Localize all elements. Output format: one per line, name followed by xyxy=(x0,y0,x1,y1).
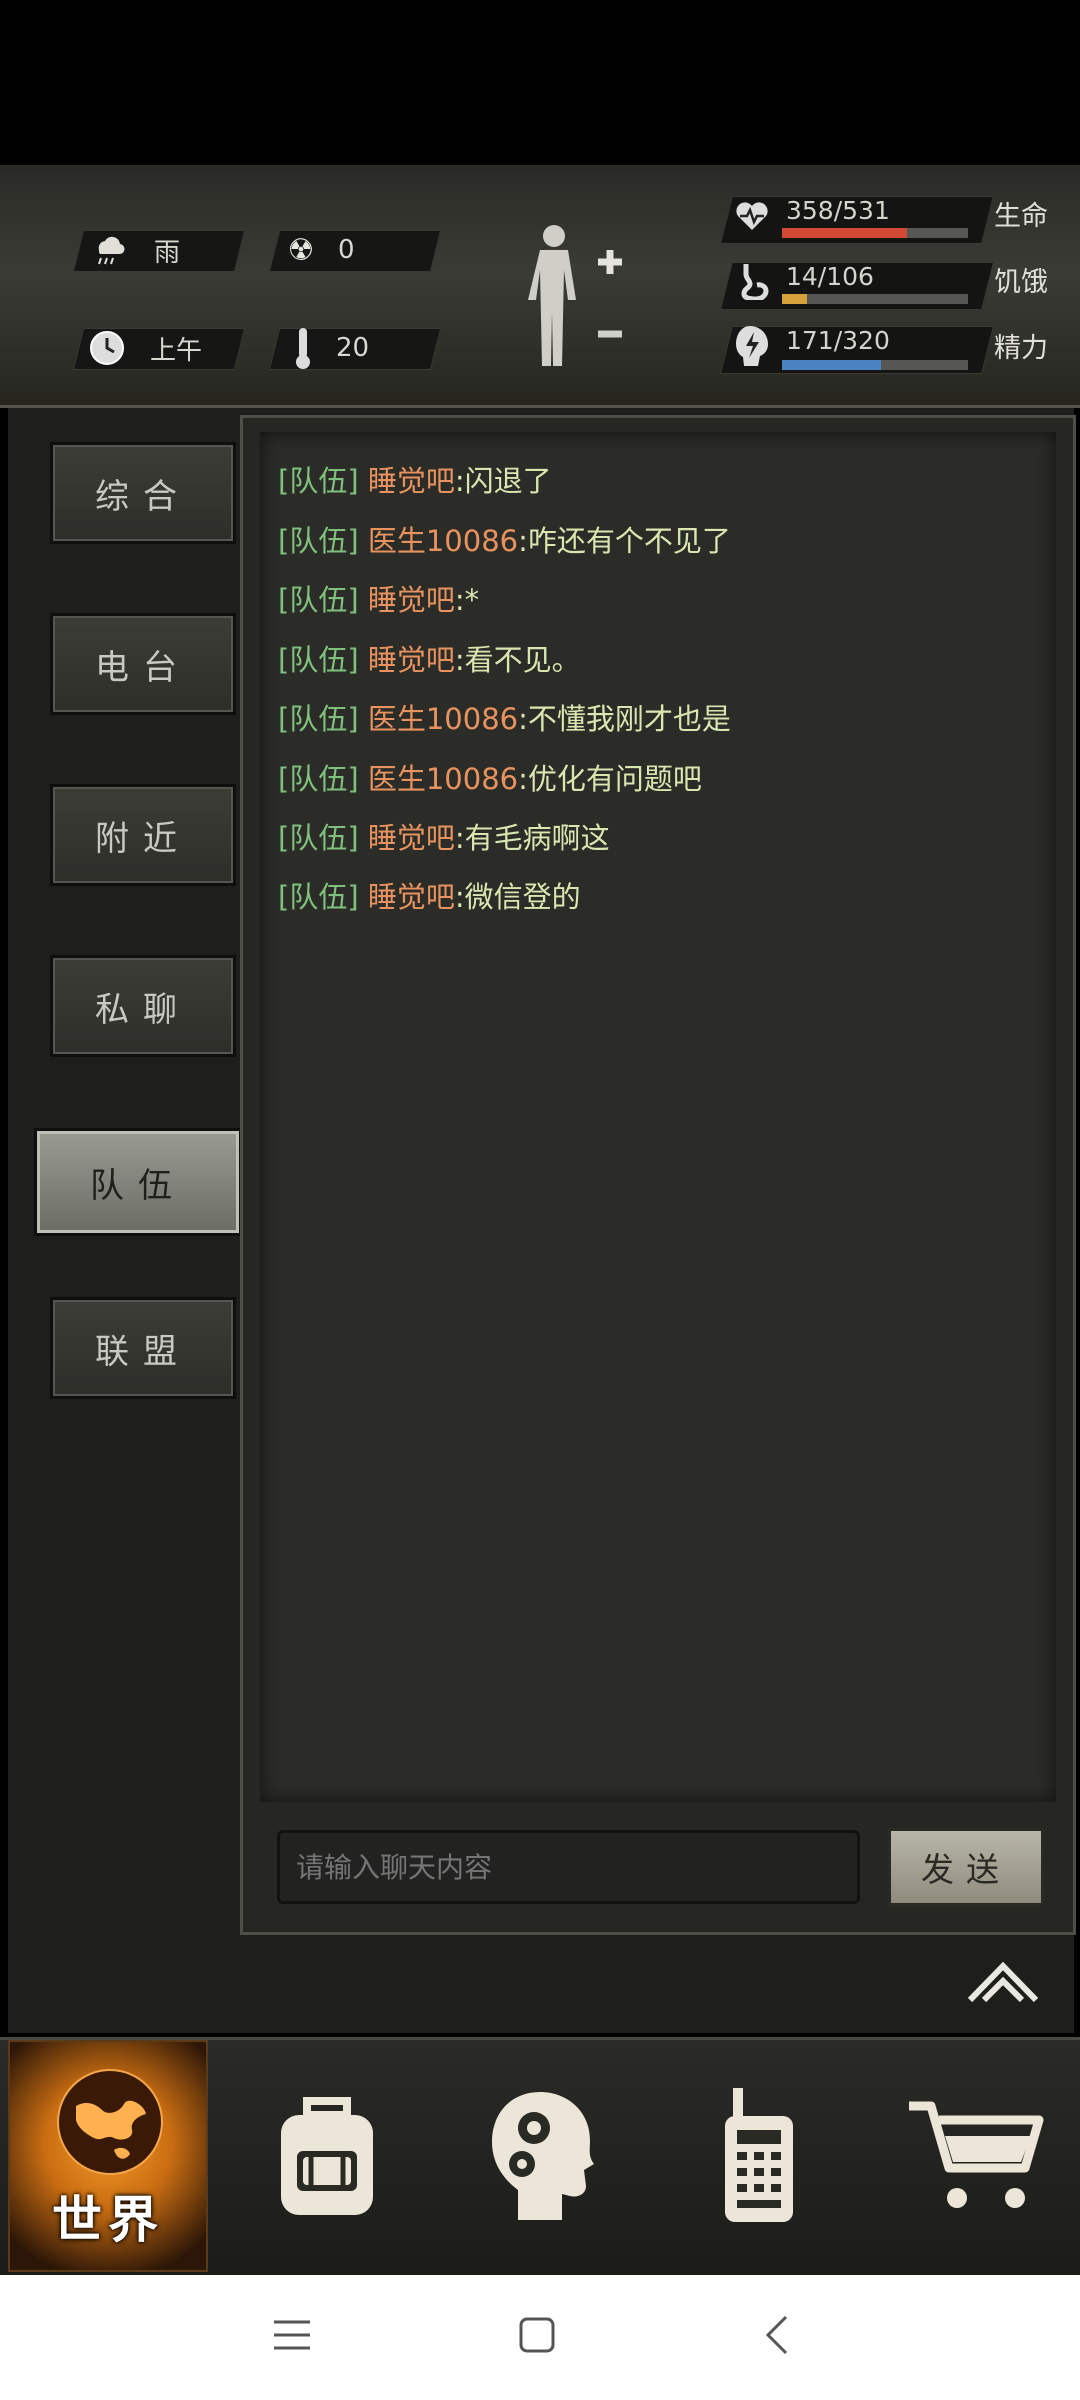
chat-message: [队伍] 睡觉吧:* xyxy=(278,577,479,619)
message-sender[interactable]: 睡觉吧 xyxy=(368,643,455,677)
tab-general[interactable]: 综合 xyxy=(50,442,236,544)
message-text: :咋还有个不见了 xyxy=(518,524,731,558)
radiation-value: 0 xyxy=(338,235,355,265)
heart-pulse-icon xyxy=(734,198,770,238)
head-gears-icon xyxy=(492,2092,594,2220)
chat-message: [队伍] 睡觉吧:闪退了 xyxy=(278,458,552,500)
message-text: :有毛病啊这 xyxy=(454,821,610,855)
send-button[interactable]: 发送 xyxy=(888,1828,1044,1906)
chat-input[interactable] xyxy=(277,1830,860,1904)
nav-radio-button[interactable] xyxy=(664,2040,854,2272)
time-stat: 上午 xyxy=(88,326,202,370)
message-text: :* xyxy=(454,583,480,617)
message-sender[interactable]: 睡觉吧 xyxy=(368,880,455,914)
tab-nearby[interactable]: 附近 xyxy=(50,784,236,886)
hunger-label: 饥饿 xyxy=(994,267,1048,298)
chat-message: [队伍] 医生10086:优化有问题吧 xyxy=(278,756,702,798)
tab-alliance[interactable]: 联盟 xyxy=(50,1297,236,1399)
back-icon[interactable] xyxy=(764,2314,790,2360)
nav-shop-button[interactable] xyxy=(880,2040,1070,2272)
message-channel-tag: [队伍] xyxy=(278,524,359,558)
body-status-button[interactable] xyxy=(520,222,630,372)
message-channel-tag: [队伍] xyxy=(278,762,359,796)
time-label: 上午 xyxy=(150,335,203,366)
tab-team[interactable]: 队伍 xyxy=(34,1128,242,1236)
radiation-icon: ☢ xyxy=(287,232,315,268)
walkie-talkie-icon xyxy=(725,2088,793,2222)
chat-message: [队伍] 医生10086:不懂我刚才也是 xyxy=(278,696,731,738)
nav-world-label: 世界 xyxy=(52,2191,164,2249)
life-label: 生命 xyxy=(994,201,1048,232)
tab-private[interactable]: 私聊 xyxy=(50,955,236,1057)
message-sender[interactable]: 睡觉吧 xyxy=(368,464,455,498)
message-text: :看不见。 xyxy=(454,643,581,677)
stomach-icon xyxy=(736,262,770,304)
message-text: :闪退了 xyxy=(454,464,552,498)
message-sender[interactable]: 睡觉吧 xyxy=(368,583,455,617)
chat-message: [队伍] 睡觉吧:微信登的 xyxy=(278,874,581,916)
temperature-stat: 20 xyxy=(284,324,369,372)
home-icon[interactable] xyxy=(518,2316,556,2358)
message-channel-tag: [队伍] xyxy=(278,702,359,736)
message-text: :不懂我刚才也是 xyxy=(518,702,731,736)
backpack-icon xyxy=(281,2097,373,2215)
rain-cloud-icon xyxy=(90,231,128,269)
energy-bar xyxy=(782,360,968,370)
message-channel-tag: [队伍] xyxy=(278,464,359,498)
chat-message: [队伍] 医生10086:咋还有个不见了 xyxy=(278,518,731,560)
globe-icon xyxy=(57,2069,163,2175)
energy-value: 171/320 xyxy=(786,326,890,355)
collapse-chevron-up-icon[interactable] xyxy=(966,1960,1040,2006)
menu-icon[interactable] xyxy=(272,2318,312,2356)
message-text: :优化有问题吧 xyxy=(518,762,702,796)
message-text: :微信登的 xyxy=(454,880,581,914)
radiation-stat: ☢ 0 xyxy=(282,230,355,270)
message-sender[interactable]: 医生10086 xyxy=(368,524,518,558)
nav-backpack-button[interactable] xyxy=(232,2040,422,2272)
body-figure-icon xyxy=(528,225,622,366)
nav-skills-button[interactable] xyxy=(448,2040,638,2272)
chat-message: [队伍] 睡觉吧:看不见。 xyxy=(278,637,581,679)
cart-icon xyxy=(909,2101,1044,2208)
message-sender[interactable]: 医生10086 xyxy=(368,762,518,796)
thermometer-icon xyxy=(284,328,322,369)
life-bar xyxy=(782,228,968,238)
energy-icon xyxy=(736,324,770,372)
message-sender[interactable]: 睡觉吧 xyxy=(368,821,455,855)
nav-world-button[interactable]: 世界 xyxy=(8,2040,208,2272)
message-channel-tag: [队伍] xyxy=(278,880,359,914)
weather-label: 雨 xyxy=(154,237,181,268)
message-channel-tag: [队伍] xyxy=(278,643,359,677)
hunger-value: 14/106 xyxy=(786,262,874,291)
chat-message: [队伍] 睡觉吧:有毛病啊这 xyxy=(278,815,610,857)
tab-radio[interactable]: 电台 xyxy=(50,613,236,715)
hunger-bar xyxy=(782,294,968,304)
clock-icon xyxy=(88,329,126,367)
life-value: 358/531 xyxy=(786,196,890,225)
message-channel-tag: [队伍] xyxy=(278,583,359,617)
message-channel-tag: [队伍] xyxy=(278,821,359,855)
message-sender[interactable]: 医生10086 xyxy=(368,702,518,736)
temperature-value: 20 xyxy=(336,333,370,363)
weather-stat: 雨 xyxy=(90,230,180,270)
energy-label: 精力 xyxy=(994,333,1048,364)
